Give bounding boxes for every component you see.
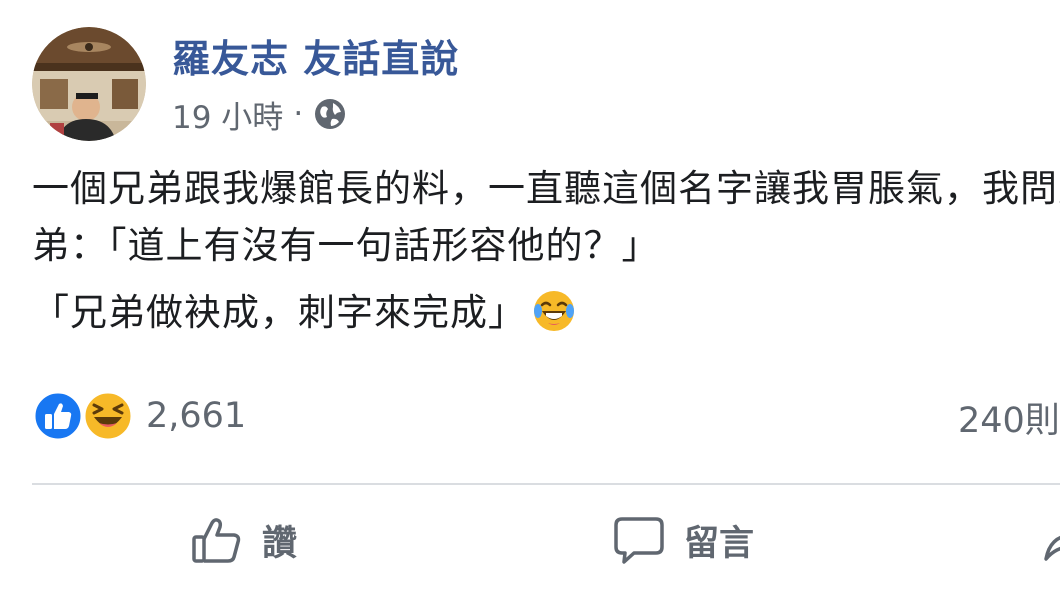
- comment-button[interactable]: 留言: [612, 510, 754, 570]
- post-text-line: 「兄弟做袂成，刺字來完成」: [32, 291, 526, 334]
- share-button[interactable]: [1040, 510, 1060, 570]
- post-body: 一個兄弟跟我爆館長的料，一直聽這個名字讓我胃脹氣，我問兄 弟：「道上有沒有一句話…: [32, 160, 1060, 341]
- author-name[interactable]: 羅友志 友話直說: [172, 28, 459, 83]
- share-arrow-icon: [1044, 535, 1060, 561]
- comment-label: 留言: [684, 523, 755, 564]
- laughing-tears-emoji: [534, 291, 574, 331]
- haha-reaction-icon: [82, 390, 134, 442]
- avatar-photo: [32, 27, 146, 141]
- like-reaction-icon: [32, 390, 84, 442]
- like-label: 讚: [262, 523, 298, 564]
- like-button[interactable]: 讚: [190, 510, 297, 570]
- comments-count[interactable]: 240則: [958, 392, 1060, 443]
- avatar[interactable]: [32, 27, 146, 141]
- post-text-line: 弟：「道上有沒有一句話形容他的？」: [32, 224, 660, 267]
- reaction-count[interactable]: 2,661: [146, 396, 246, 436]
- comment-bubble-icon: [614, 517, 664, 564]
- reactions-summary[interactable]: 2,661: [32, 388, 246, 444]
- post-text-line-with-emoji: 「兄弟做袂成，刺字來完成」: [32, 284, 1060, 341]
- post-text-line: 一個兄弟跟我爆館長的料，一直聽這個名字讓我胃脹氣，我問兄: [32, 167, 1060, 210]
- post-meta: 19 小時 ·: [172, 92, 347, 136]
- divider: [32, 483, 1060, 485]
- meta-separator: ·: [293, 96, 304, 132]
- thumbs-up-icon: [192, 518, 241, 563]
- post-timestamp[interactable]: 19 小時: [172, 92, 283, 137]
- globe-icon[interactable]: [313, 97, 347, 131]
